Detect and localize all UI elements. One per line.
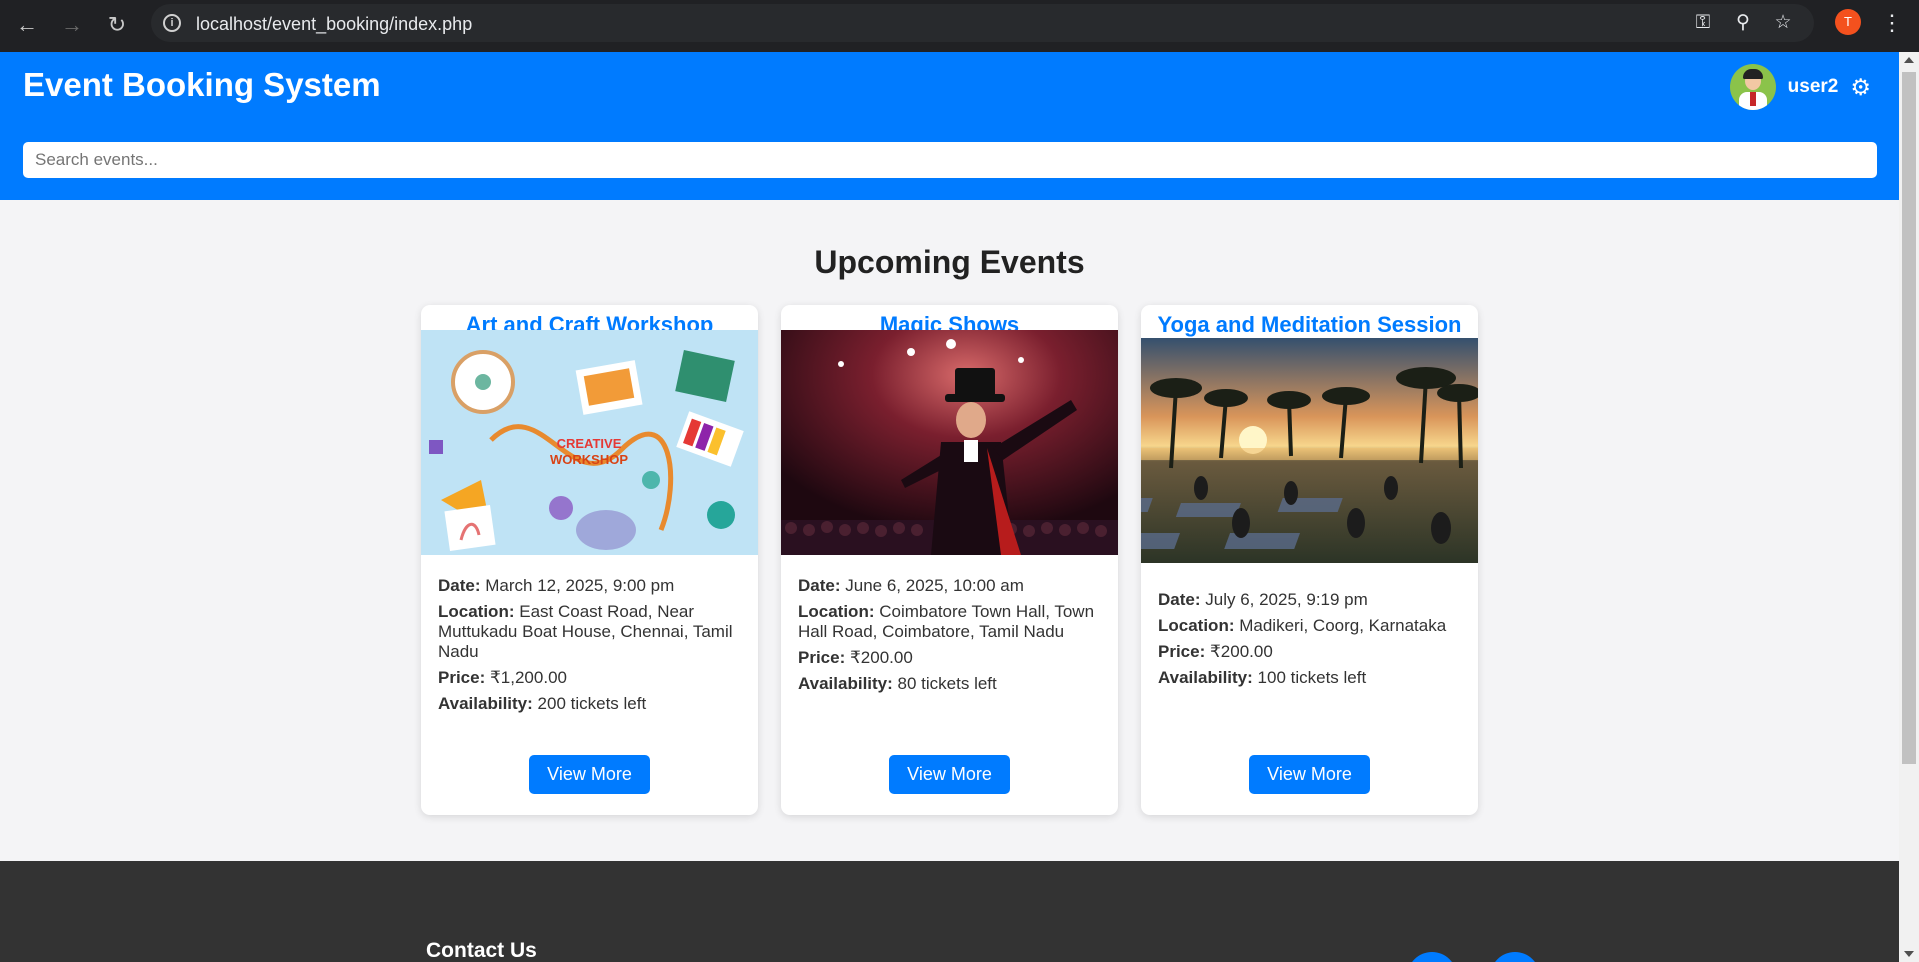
svg-text:WORKSHOP: WORKSHOP (550, 452, 628, 467)
view-more-button[interactable]: View More (889, 755, 1010, 794)
browser-menu-icon[interactable]: ⋮ (1881, 8, 1903, 38)
event-image-art-workshop: CREATIVE WORKSHOP (421, 330, 758, 555)
settings-gear-icon[interactable]: ⚙ (1850, 74, 1871, 101)
user-name[interactable]: user2 (1788, 76, 1839, 98)
page-scrollbar[interactable] (1899, 52, 1919, 962)
user-menu[interactable]: user2 ⚙ (1729, 64, 1871, 110)
browser-profile-avatar[interactable]: T (1835, 9, 1861, 35)
svg-text:CREATIVE: CREATIVE (557, 436, 622, 451)
reload-icon[interactable]: ↻ (100, 8, 134, 42)
event-image-yoga-session (1087, 338, 1481, 563)
event-title[interactable]: Yoga and Meditation Session (1141, 312, 1478, 338)
event-image-magic-show (781, 330, 1118, 555)
browser-toolbar: ← → ↻ i localhost/event_booking/index.ph… (0, 0, 1919, 52)
password-key-icon[interactable]: ⚿ (1691, 11, 1715, 35)
site-title: Event Booking System (23, 66, 381, 103)
scrollbar-thumb[interactable] (1902, 72, 1916, 764)
site-header: Event Booking System user2 ⚙ (0, 52, 1899, 200)
forward-arrow-icon[interactable]: → (55, 8, 89, 42)
section-title: Upcoming Events (814, 244, 1085, 280)
back-arrow-icon[interactable]: ← (10, 8, 44, 42)
site-info-icon[interactable]: i (163, 14, 181, 32)
view-more-button[interactable]: View More (529, 755, 650, 794)
scroll-down-arrow-icon[interactable] (1904, 951, 1914, 957)
zoom-icon[interactable]: ⚲ (1731, 11, 1755, 35)
view-more-button[interactable]: View More (1249, 755, 1370, 794)
address-bar[interactable]: i localhost/event_booking/index.php ⚿ ⚲ … (151, 4, 1814, 42)
user-avatar[interactable] (1729, 64, 1776, 110)
address-url[interactable]: localhost/event_booking/index.php (196, 14, 472, 35)
search-input[interactable] (23, 142, 1877, 178)
bookmark-star-icon[interactable]: ☆ (1771, 11, 1795, 35)
site-footer (0, 861, 1899, 962)
scroll-up-arrow-icon[interactable] (1904, 57, 1914, 63)
